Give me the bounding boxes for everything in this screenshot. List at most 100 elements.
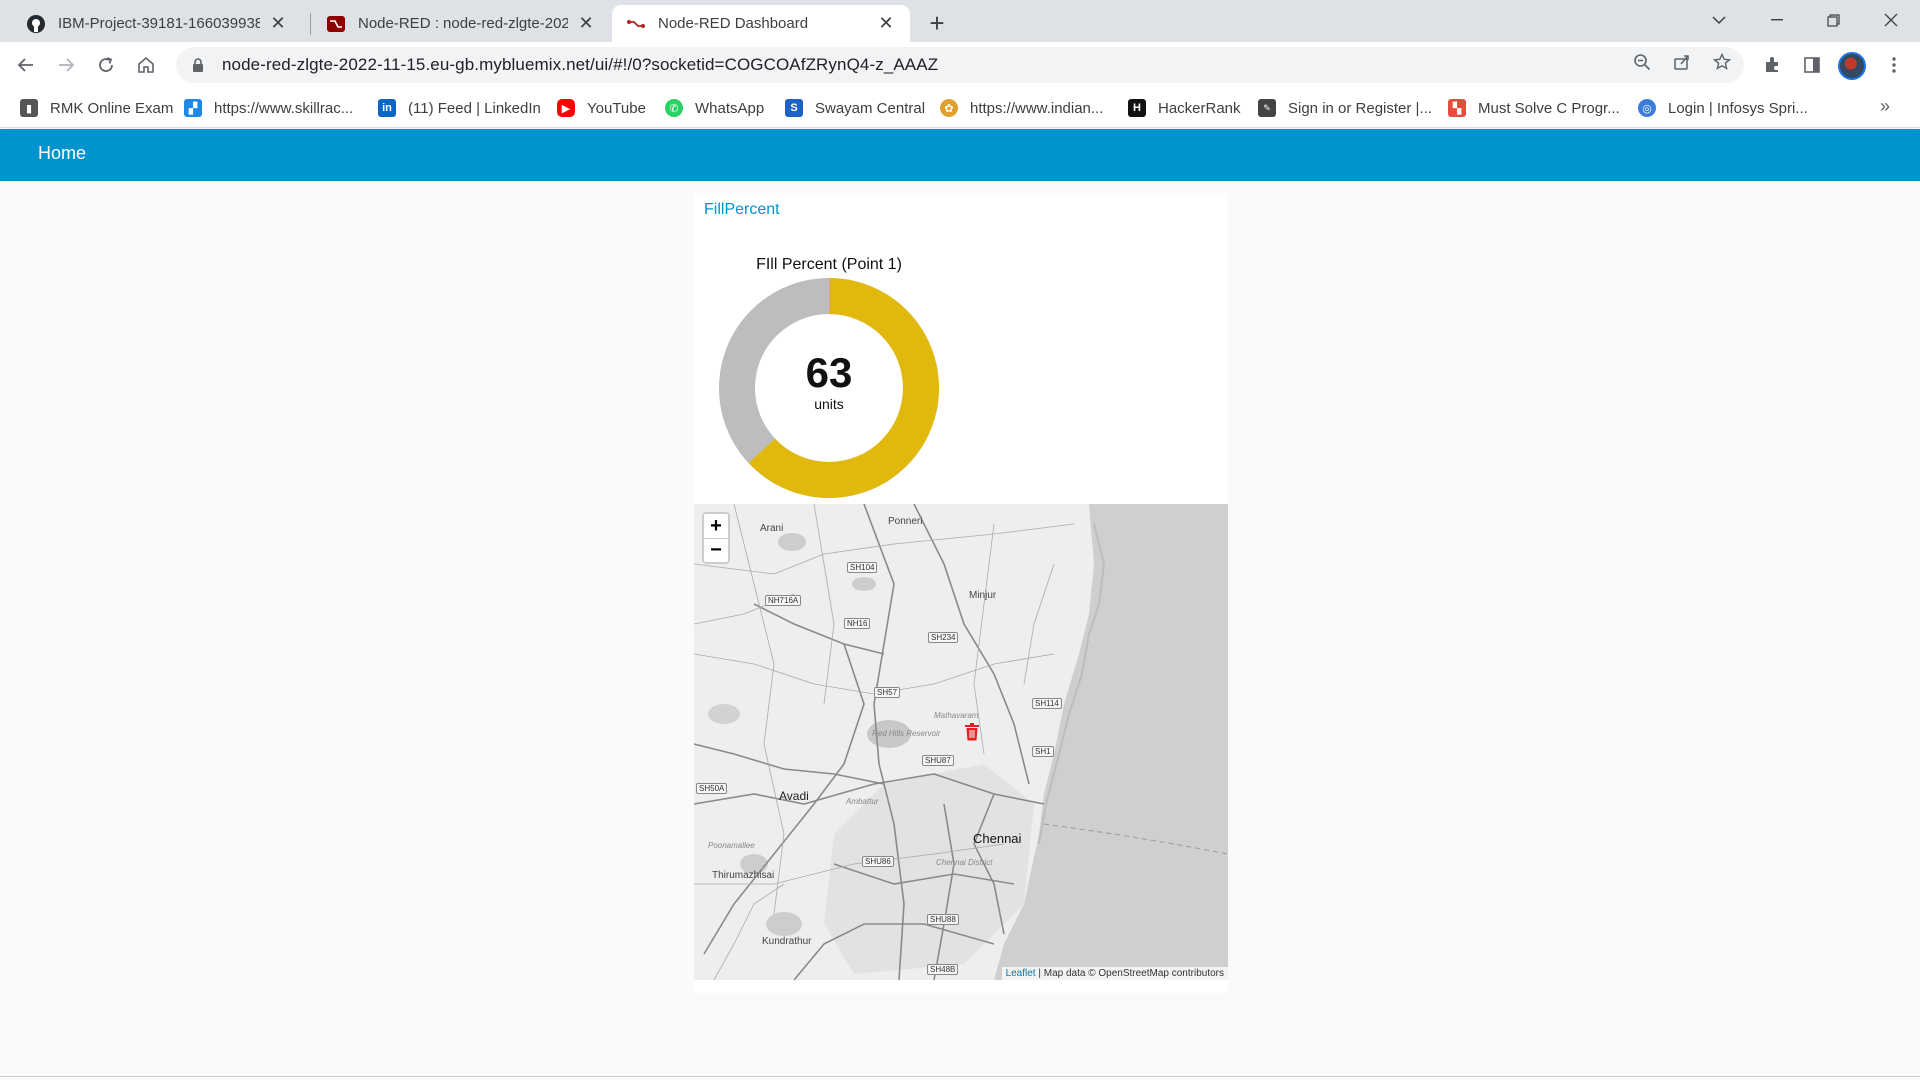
bookmark-skillrack[interactable]: ▞ https://www.skillrac... (184, 94, 353, 122)
browser-toolbar: node-red-zlgte-2022-11-15.eu-gb.mybluemi… (0, 42, 1920, 88)
road-shield: SH57 (874, 687, 901, 698)
map-label: Kundrathur (762, 936, 812, 947)
restore-button[interactable] (1810, 4, 1856, 36)
tab-github-project[interactable]: IBM-Project-39181-1660399380/ ✕ (12, 5, 302, 42)
lock-icon[interactable] (190, 57, 206, 73)
road-shield: SHU87 (922, 755, 954, 766)
back-button[interactable] (10, 49, 42, 81)
reload-button[interactable] (90, 49, 122, 81)
tab-divider (310, 13, 311, 35)
github-icon (26, 14, 46, 34)
bookmark-rmk[interactable]: ▮ RMK Online Exam (20, 94, 173, 122)
road-shield: NH716A (765, 595, 802, 606)
url-text[interactable]: node-red-zlgte-2022-11-15.eu-gb.mybluemi… (222, 55, 938, 75)
tab-search-icon[interactable] (1696, 4, 1742, 36)
tab-title: Node-RED : node-red-zlgte-2022 (358, 15, 568, 32)
bookmark-youtube[interactable]: ▶ YouTube (557, 94, 646, 122)
road-shield: SHU88 (927, 914, 959, 925)
road-shield: NH16 (844, 618, 871, 629)
map-label: Arani (760, 523, 784, 534)
tab-node-red-editor[interactable]: Node-RED : node-red-zlgte-2022 ✕ (312, 5, 610, 42)
map-label: Chennai (973, 831, 1022, 846)
whatsapp-icon: ✆ (665, 99, 683, 117)
new-tab-button[interactable]: + (922, 8, 952, 38)
map-label: Thirumazhisai (712, 870, 775, 881)
bookmark-star-icon[interactable] (1710, 50, 1734, 74)
tab-title: IBM-Project-39181-1660399380/ (58, 15, 260, 32)
map-label: Red Hills Reservoir (872, 729, 941, 738)
map-zoom-control: + − (702, 512, 730, 564)
swayam-icon: S (785, 99, 803, 117)
minimize-button[interactable] (1754, 4, 1800, 36)
road-shield: SH1 (1032, 746, 1054, 757)
bookmark-swayam[interactable]: S Swayam Central (785, 94, 925, 122)
share-icon[interactable] (1670, 50, 1694, 74)
map-label: Poonamallee (708, 841, 755, 850)
node-red-icon (626, 14, 646, 34)
map-label: Ponneri (888, 516, 923, 527)
hackerrank-icon: H (1128, 99, 1146, 117)
close-icon[interactable]: ✕ (876, 13, 896, 34)
close-icon[interactable]: ✕ (268, 13, 288, 34)
side-panel-icon[interactable] (1796, 49, 1828, 81)
rmk-icon: ▮ (20, 99, 38, 117)
road-shield: SH50A (696, 783, 728, 794)
page-title: Home (38, 143, 87, 163)
map-label: Ambattur (846, 797, 879, 806)
road-shield: SH104 (847, 562, 878, 573)
youtube-icon: ▶ (557, 99, 575, 117)
page-bottom-divider (0, 1076, 1920, 1077)
close-icon[interactable]: ✕ (576, 13, 596, 34)
extensions-icon[interactable] (1756, 49, 1788, 81)
gauge-value: 63 (805, 349, 853, 396)
zoom-icon[interactable] (1630, 50, 1654, 74)
map-attribution: Leaflet | Map data © OpenStreetMap contr… (1001, 967, 1228, 980)
c-program-icon: ▚ (1448, 99, 1466, 117)
fill-percent-group: FillPercent FIll Percent (Point 1) 63 un… (694, 193, 1228, 993)
road-shield: SHU86 (862, 856, 894, 867)
leaflet-link[interactable]: Leaflet (1006, 968, 1036, 979)
map-label: Mathavaram (934, 711, 979, 720)
attribution-text: | Map data © OpenStreetMap contributors (1035, 968, 1224, 979)
home-button[interactable] (130, 49, 162, 81)
tab-node-red-dashboard[interactable]: Node-RED Dashboard ✕ (612, 5, 910, 42)
more-menu-icon[interactable] (1878, 49, 1910, 81)
trash-bin-icon[interactable] (964, 723, 980, 741)
linkedin-icon: in (378, 99, 396, 117)
road-shield: SH114 (1032, 698, 1062, 709)
node-red-icon (326, 14, 346, 34)
map-label: Minjur (969, 590, 997, 601)
map-label: Avadi (779, 789, 809, 803)
browser-tab-strip: IBM-Project-39181-1660399380/ ✕ Node-RED… (0, 0, 1920, 42)
bookmark-linkedin[interactable]: in (11) Feed | LinkedIn (378, 94, 541, 122)
skillrack-icon: ▞ (184, 99, 202, 117)
bookmark-c-programs[interactable]: ▚ Must Solve C Progr... (1448, 94, 1620, 122)
map-label: Chennai District (936, 858, 993, 867)
indian-icon: ✿ (940, 99, 958, 117)
worldmap[interactable]: Arani Ponneri Minjur Avadi Chennai Thiru… (694, 504, 1228, 980)
infosys-icon: ◎ (1638, 99, 1656, 117)
address-bar[interactable]: node-red-zlgte-2022-11-15.eu-gb.mybluemi… (176, 47, 1744, 83)
group-title: FillPercent (704, 201, 780, 218)
dashboard-content: FillPercent FIll Percent (Point 1) 63 un… (0, 181, 1920, 1077)
bookmark-hackerrank[interactable]: H HackerRank (1128, 94, 1241, 122)
register-icon: ✎ (1258, 99, 1276, 117)
zoom-in-button[interactable]: + (704, 514, 728, 538)
dashboard-toolbar: Home (0, 129, 1920, 181)
forward-button[interactable] (50, 49, 82, 81)
gauge-label: FIll Percent (Point 1) (756, 256, 902, 273)
tab-title: Node-RED Dashboard (658, 15, 809, 32)
close-window-button[interactable] (1868, 4, 1914, 36)
road-shield: SH48B (927, 964, 959, 975)
bookmarks-bar: ▮ RMK Online Exam ▞ https://www.skillrac..… (0, 88, 1920, 128)
bookmark-sign-in[interactable]: ✎ Sign in or Register |... (1258, 94, 1432, 122)
bookmarks-overflow-icon[interactable]: » (1880, 96, 1890, 117)
gauge-units: units (814, 396, 844, 412)
zoom-out-button[interactable]: − (704, 538, 728, 562)
bookmark-indian[interactable]: ✿ https://www.indian... (940, 94, 1103, 122)
bookmark-whatsapp[interactable]: ✆ WhatsApp (665, 94, 764, 122)
bookmark-infosys[interactable]: ◎ Login | Infosys Spri... (1638, 94, 1808, 122)
road-shield: SH234 (928, 632, 959, 643)
map-tiles (694, 504, 1228, 980)
profile-avatar[interactable] (1838, 52, 1866, 80)
